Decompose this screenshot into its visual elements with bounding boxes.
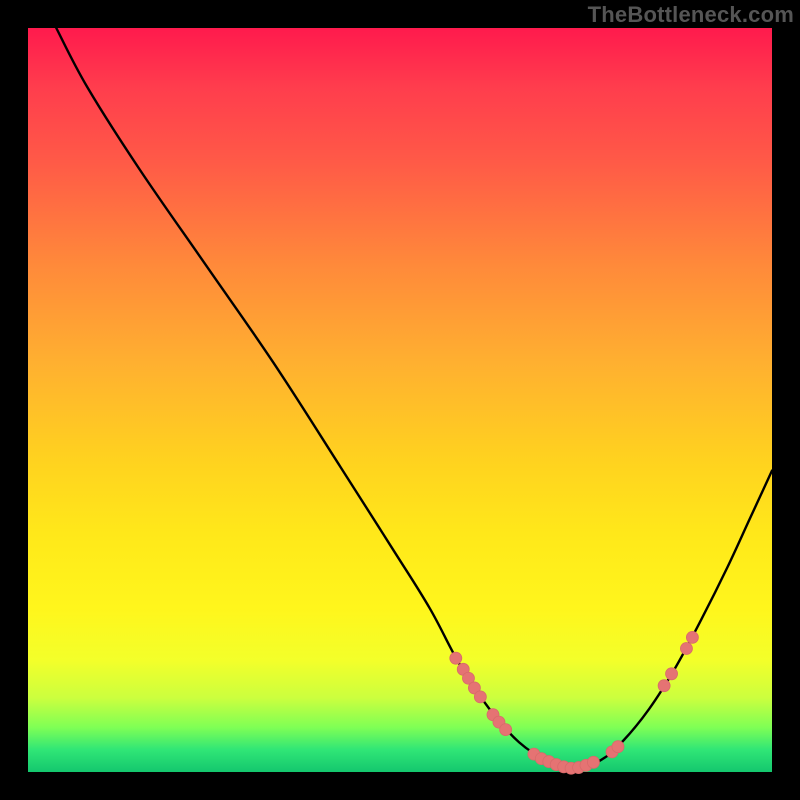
data-marker: [666, 668, 678, 680]
chart-frame: TheBottleneck.com: [0, 0, 800, 800]
data-marker: [686, 631, 698, 643]
plot-area: [28, 28, 772, 772]
data-marker: [587, 756, 599, 768]
data-marker: [612, 741, 624, 753]
data-marker: [474, 691, 486, 703]
curve-layer: [28, 28, 772, 772]
data-marker: [680, 643, 692, 655]
data-markers: [450, 631, 699, 774]
bottleneck-curve: [56, 28, 772, 768]
data-marker: [658, 680, 670, 692]
watermark-text: TheBottleneck.com: [588, 2, 794, 28]
data-marker: [500, 724, 512, 736]
data-marker: [450, 652, 462, 664]
